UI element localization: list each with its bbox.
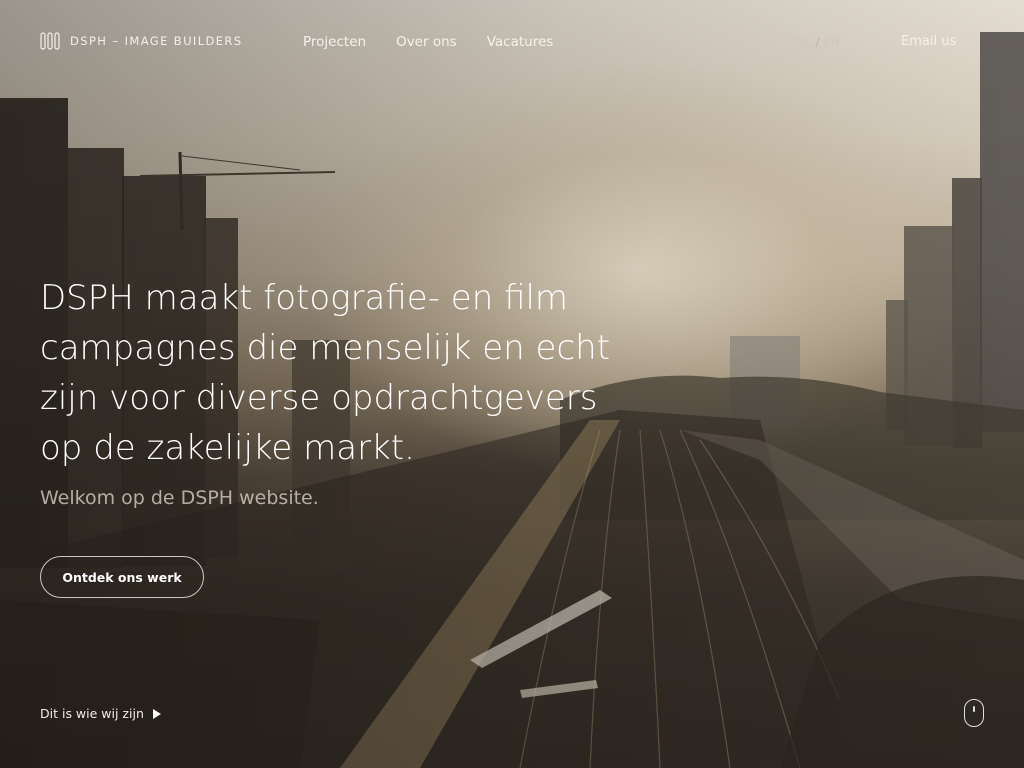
lang-separator: / [815,35,820,49]
hero-section: DSPH – IMAGE BUILDERS Projecten Over ons… [0,0,1024,768]
hero-subline: Welkom op de DSPH website. [40,487,319,509]
headline-line: op de zakelijke markt. [40,428,415,468]
email-us-link[interactable]: Email us [901,34,956,49]
logo-text: DSPH – IMAGE BUILDERS [70,34,243,48]
hero-headline: DSPH maakt fotografie- en film campagnes… [40,273,620,473]
language-switcher: NL / EN [796,35,840,49]
site-logo[interactable]: DSPH – IMAGE BUILDERS [40,32,243,50]
headline-line: zijn voor diverse opdrachtgevers [40,378,598,418]
site-header: DSPH – IMAGE BUILDERS Projecten Over ons… [0,0,1024,86]
nav-item-vacatures[interactable]: Vacatures [487,34,554,50]
lang-nl[interactable]: NL [796,35,812,49]
nav-item-projecten[interactable]: Projecten [303,34,366,50]
dsph-logo-mark-icon [40,32,60,50]
who-we-are-link[interactable]: Dit is wie wij zijn [40,706,161,721]
main-nav: Projecten Over ons Vacatures [303,34,553,50]
headline-line: campagnes die menselijk en echt [40,328,611,368]
who-we-are-label: Dit is wie wij zijn [40,706,144,721]
lang-en[interactable]: EN [824,35,840,49]
headline-line: DSPH maakt fotografie- en film [40,278,569,318]
nav-item-over-ons[interactable]: Over ons [396,34,457,50]
play-icon [152,708,161,719]
mouse-scroll-icon[interactable] [964,699,984,727]
discover-work-button[interactable]: Ontdek ons werk [40,556,204,598]
